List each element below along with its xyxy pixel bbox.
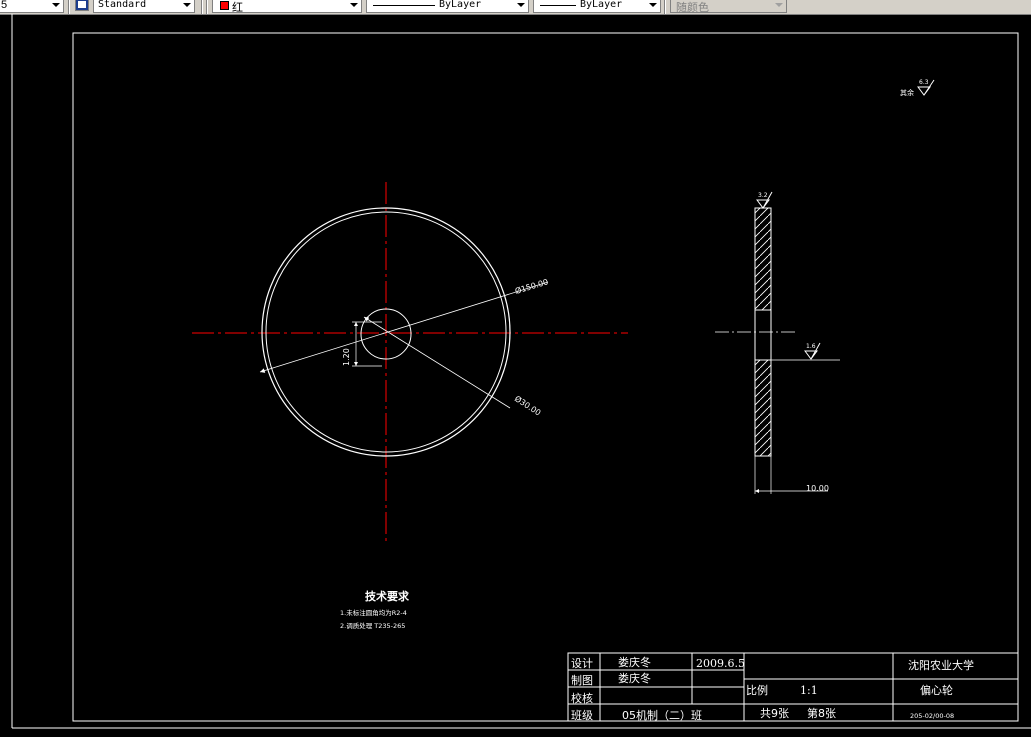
design-name: 娄庆冬 bbox=[618, 655, 651, 669]
chevron-down-icon bbox=[517, 3, 525, 7]
class-label: 班级 bbox=[571, 709, 593, 722]
side-view: 10.00 3.2 1.6 bbox=[715, 191, 840, 494]
lineweight-sample bbox=[540, 5, 576, 6]
text-style-icon-inner bbox=[78, 1, 86, 8]
chevron-down-icon bbox=[775, 3, 783, 7]
tech-note-1: 1.未标注圆角均为R2-4 bbox=[340, 608, 407, 617]
dim-thickness: 10.00 bbox=[806, 484, 829, 493]
drawing-canvas[interactable]: 其余 6.3 Ø150.00 Ø30.00 1.20 10.00 3.2 1.6… bbox=[0, 14, 1031, 737]
properties-toolbar: 5 Standard 红 ByLayer ByLayer 随颜色 bbox=[0, 0, 1031, 15]
tech-note-2: 2.调质处理 T235-265 bbox=[340, 621, 405, 630]
draft-name: 娄庆冬 bbox=[618, 671, 651, 685]
dim-offset: 1.20 bbox=[342, 348, 351, 366]
dim-line-outer bbox=[259, 281, 549, 373]
text-style-value: Standard bbox=[98, 0, 147, 10]
section-upper bbox=[754, 207, 772, 311]
draft-label: 制图 bbox=[571, 674, 593, 687]
roughness-symbol-top: 3.2 bbox=[756, 191, 773, 209]
school-name: 沈阳农业大学 bbox=[908, 658, 974, 672]
lineweight-value: ByLayer bbox=[580, 0, 623, 10]
check-label: 校核 bbox=[571, 691, 593, 705]
roughness-symbol-corner: 其余 6.3 bbox=[900, 79, 935, 97]
part-name: 偏心轮 bbox=[920, 683, 953, 697]
design-label: 设计 bbox=[571, 657, 593, 670]
sheet-number: 第8张 bbox=[807, 706, 836, 720]
plotstyle-combo[interactable]: 随颜色 bbox=[670, 0, 787, 13]
chevron-down-icon bbox=[350, 3, 358, 7]
layer-combo-value: 5 bbox=[1, 0, 8, 11]
lineweight-combo[interactable]: ByLayer bbox=[533, 0, 661, 13]
layer-combo[interactable]: 5 bbox=[0, 0, 64, 13]
front-view: Ø150.00 Ø30.00 1.20 bbox=[192, 182, 628, 542]
total-sheets: 共9张 bbox=[760, 707, 789, 720]
color-value: 红 bbox=[232, 2, 243, 13]
toolbar-separator bbox=[664, 0, 666, 14]
scale-label: 比例 bbox=[746, 683, 768, 697]
chevron-down-icon bbox=[183, 3, 191, 7]
chevron-down-icon bbox=[52, 3, 60, 7]
roughness-top-value: 3.2 bbox=[758, 192, 768, 199]
drawing-number: 205-02/00-08 bbox=[910, 712, 954, 720]
color-combo[interactable]: 红 bbox=[212, 0, 362, 13]
toolbar-separator bbox=[201, 0, 203, 14]
dim-outer-diameter: Ø150.00 bbox=[514, 276, 550, 296]
roughness-side-value: 1.6 bbox=[806, 343, 816, 350]
dim-hole-diameter: Ø30.00 bbox=[513, 393, 543, 417]
design-date: 2009.6.5 bbox=[696, 657, 745, 670]
roughness-symbol-side: 1.6 bbox=[804, 342, 821, 360]
section-lower bbox=[754, 359, 772, 457]
technical-requirements: 技术要求 1.未标注圆角均为R2-4 2.调质处理 T235-265 bbox=[340, 589, 410, 630]
roughness-other-label: 其余 bbox=[900, 88, 914, 97]
linetype-combo[interactable]: ByLayer bbox=[366, 0, 529, 13]
text-style-icon[interactable] bbox=[75, 0, 89, 11]
drawing-border bbox=[72, 32, 1019, 722]
plotstyle-value: 随颜色 bbox=[676, 2, 709, 13]
toolbar-separator bbox=[206, 0, 208, 14]
toolbar-separator bbox=[68, 0, 70, 14]
text-style-combo[interactable]: Standard bbox=[93, 0, 195, 13]
roughness-corner-value: 6.3 bbox=[919, 79, 929, 86]
linetype-value: ByLayer bbox=[439, 0, 482, 10]
title-block-text: 设计 娄庆冬 2009.6.5 制图 娄庆冬 校核 班级 05机制（二）班 沈阳… bbox=[571, 655, 974, 722]
linetype-sample bbox=[373, 5, 435, 6]
chevron-down-icon bbox=[649, 3, 657, 7]
tech-title: 技术要求 bbox=[365, 589, 410, 603]
color-swatch bbox=[220, 1, 229, 10]
class-value: 05机制（二）班 bbox=[622, 708, 702, 722]
scale-value: 1:1 bbox=[800, 684, 818, 697]
